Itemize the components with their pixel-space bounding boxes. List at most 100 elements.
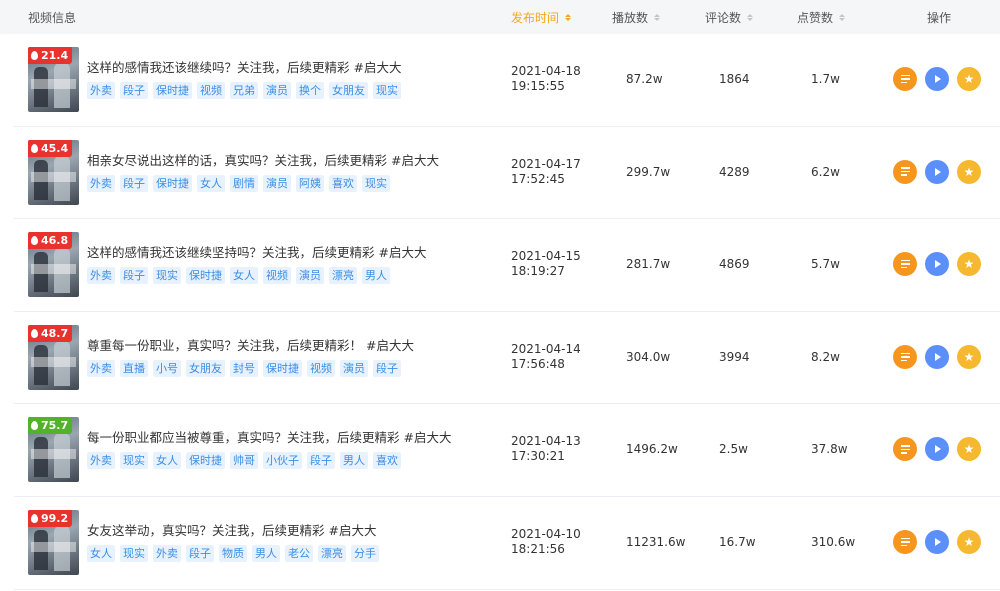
video-title[interactable]: 这样的感情我还该继续坚持吗？关注我，后续更精彩 #启大大 xyxy=(87,242,426,261)
detail-list-icon[interactable] xyxy=(893,67,917,91)
tag[interactable]: 漂亮 xyxy=(318,544,346,562)
tag[interactable]: 视频 xyxy=(263,267,291,285)
tag[interactable]: 老公 xyxy=(285,544,313,562)
tag[interactable]: 男人 xyxy=(362,267,390,285)
play-icon[interactable] xyxy=(925,67,949,91)
tag[interactable]: 段子 xyxy=(120,267,148,285)
tag[interactable]: 封号 xyxy=(230,359,258,377)
header-publish-time[interactable]: 发布时间 xyxy=(511,0,572,34)
tag[interactable]: 直播 xyxy=(120,359,148,377)
tag[interactable]: 女人 xyxy=(87,544,115,562)
video-title[interactable]: 这样的感情我还该继续吗？关注我，后续更精彩 #启大大 xyxy=(87,57,401,76)
sort-icon[interactable] xyxy=(747,13,754,21)
tag[interactable]: 段子 xyxy=(120,174,148,192)
video-title[interactable]: 每一份职业都应当被尊重，真实吗？关注我，后续更精彩 #启大大 xyxy=(87,427,451,446)
publish-time-cell: 2021-04-15 18:19:27 xyxy=(511,249,581,279)
header-likes[interactable]: 点赞数 xyxy=(797,0,846,34)
video-thumbnail[interactable]: 99.2 xyxy=(28,509,79,575)
star-icon[interactable]: ★ xyxy=(957,252,981,277)
tag[interactable]: 分手 xyxy=(351,544,379,562)
video-thumbnail[interactable]: 46.8 xyxy=(28,232,79,298)
tag[interactable]: 小伙子 xyxy=(263,452,302,470)
tag[interactable]: 女人 xyxy=(230,267,258,285)
sort-icon[interactable] xyxy=(839,13,846,21)
tag[interactable]: 段子 xyxy=(307,452,335,470)
detail-list-icon[interactable] xyxy=(893,529,917,554)
video-thumbnail[interactable]: 75.7 xyxy=(28,417,79,483)
star-icon[interactable]: ★ xyxy=(957,159,981,184)
video-thumbnail[interactable]: 21.4 xyxy=(28,47,79,112)
tag[interactable]: 现实 xyxy=(120,452,148,470)
header-plays[interactable]: 播放数 xyxy=(612,0,661,34)
tag[interactable]: 视频 xyxy=(307,359,335,377)
table-row[interactable]: 48.7 尊重每一份职业，真实吗？关注我，后续更精彩！ #启大大 外卖 直播 小号女… xyxy=(14,312,1000,405)
play-icon[interactable] xyxy=(925,529,949,554)
tag[interactable]: 漂亮 xyxy=(329,267,357,285)
action-group: ★ xyxy=(893,529,981,554)
tag[interactable]: 现实 xyxy=(373,82,401,99)
video-title[interactable]: 女友这举动，真实吗？关注我，后续更精彩 #启大大 xyxy=(87,520,376,539)
tag[interactable]: 视频 xyxy=(197,82,225,99)
tag[interactable]: 现实 xyxy=(120,544,148,562)
tag[interactable]: 现实 xyxy=(153,267,181,285)
star-icon[interactable]: ★ xyxy=(957,67,981,91)
tag[interactable]: 段子 xyxy=(373,359,401,377)
table-row[interactable]: 99.2 女友这举动，真实吗？关注我，后续更精彩 #启大大 女人 现实 外卖 段子 物质… xyxy=(14,497,1000,590)
sort-icon[interactable] xyxy=(565,13,572,21)
table-row[interactable]: 75.7 每一份职业都应当被尊重，真实吗？关注我，后续更精彩 #启大大 外卖 现实… xyxy=(14,404,1000,497)
tag[interactable]: 保时捷 xyxy=(153,174,192,192)
tag[interactable]: 小号 xyxy=(153,359,181,377)
tag[interactable]: 外卖 xyxy=(153,544,181,562)
tag[interactable]: 男人 xyxy=(340,452,368,470)
star-icon[interactable]: ★ xyxy=(957,344,981,369)
tag[interactable]: 演员 xyxy=(340,359,368,377)
tag[interactable]: 演员 xyxy=(263,174,291,192)
tag[interactable]: 演员 xyxy=(296,267,324,285)
tag[interactable]: 演员 xyxy=(263,82,291,99)
tag[interactable]: 女朋友 xyxy=(186,359,225,377)
tag[interactable]: 男人 xyxy=(252,544,280,562)
video-title[interactable]: 尊重每一份职业，真实吗？关注我，后续更精彩！ #启大大 xyxy=(87,335,414,354)
sort-icon[interactable] xyxy=(654,13,661,21)
play-icon[interactable] xyxy=(925,159,949,184)
tag[interactable]: 阿姨 xyxy=(296,174,324,192)
tag[interactable]: 外卖 xyxy=(87,174,115,192)
tag[interactable]: 兄弟 xyxy=(230,82,258,99)
tag[interactable]: 女朋友 xyxy=(329,82,368,99)
tag[interactable]: 保时捷 xyxy=(263,359,302,377)
tag[interactable]: 保时捷 xyxy=(186,452,225,470)
play-icon[interactable] xyxy=(925,344,949,369)
tag[interactable]: 剧情 xyxy=(230,174,258,192)
tag[interactable]: 喜欢 xyxy=(373,452,401,470)
tag[interactable]: 段子 xyxy=(120,82,148,99)
tag[interactable]: 女人 xyxy=(197,174,225,192)
tag[interactable]: 外卖 xyxy=(87,452,115,470)
video-thumbnail[interactable]: 45.4 xyxy=(28,139,79,205)
table-row[interactable]: 45.4 相亲女尽说出这样的话，真实吗？关注我，后续更精彩 #启大大 外卖 段子保… xyxy=(14,127,1000,220)
tag[interactable]: 换个 xyxy=(296,82,324,99)
header-comments[interactable]: 评论数 xyxy=(705,0,754,34)
detail-list-icon[interactable] xyxy=(893,437,917,462)
tag[interactable]: 物质 xyxy=(219,544,247,562)
table-row[interactable]: 21.4 这样的感情我还该继续吗？关注我，后续更精彩 #启大大 外卖 段子 保时捷视… xyxy=(14,34,1000,127)
tag[interactable]: 段子 xyxy=(186,544,214,562)
detail-list-icon[interactable] xyxy=(893,159,917,184)
table-row[interactable]: 46.8 这样的感情我还该继续坚持吗？关注我，后续更精彩 #启大大 外卖 段子 现实… xyxy=(14,219,1000,312)
tag[interactable]: 女人 xyxy=(153,452,181,470)
tag[interactable]: 喜欢 xyxy=(329,174,357,192)
tag[interactable]: 现实 xyxy=(362,174,390,192)
tag[interactable]: 外卖 xyxy=(87,359,115,377)
tag[interactable]: 外卖 xyxy=(87,267,115,285)
tag[interactable]: 帅哥 xyxy=(230,452,258,470)
tag[interactable]: 外卖 xyxy=(87,82,115,99)
star-icon[interactable]: ★ xyxy=(957,529,981,554)
play-icon[interactable] xyxy=(925,252,949,277)
play-icon[interactable] xyxy=(925,437,949,462)
detail-list-icon[interactable] xyxy=(893,252,917,277)
video-title[interactable]: 相亲女尽说出这样的话，真实吗？关注我，后续更精彩 #启大大 xyxy=(87,150,439,169)
detail-list-icon[interactable] xyxy=(893,344,917,369)
tag[interactable]: 保时捷 xyxy=(153,82,192,99)
video-thumbnail[interactable]: 48.7 xyxy=(28,324,79,390)
tag[interactable]: 保时捷 xyxy=(186,267,225,285)
star-icon[interactable]: ★ xyxy=(957,437,981,462)
